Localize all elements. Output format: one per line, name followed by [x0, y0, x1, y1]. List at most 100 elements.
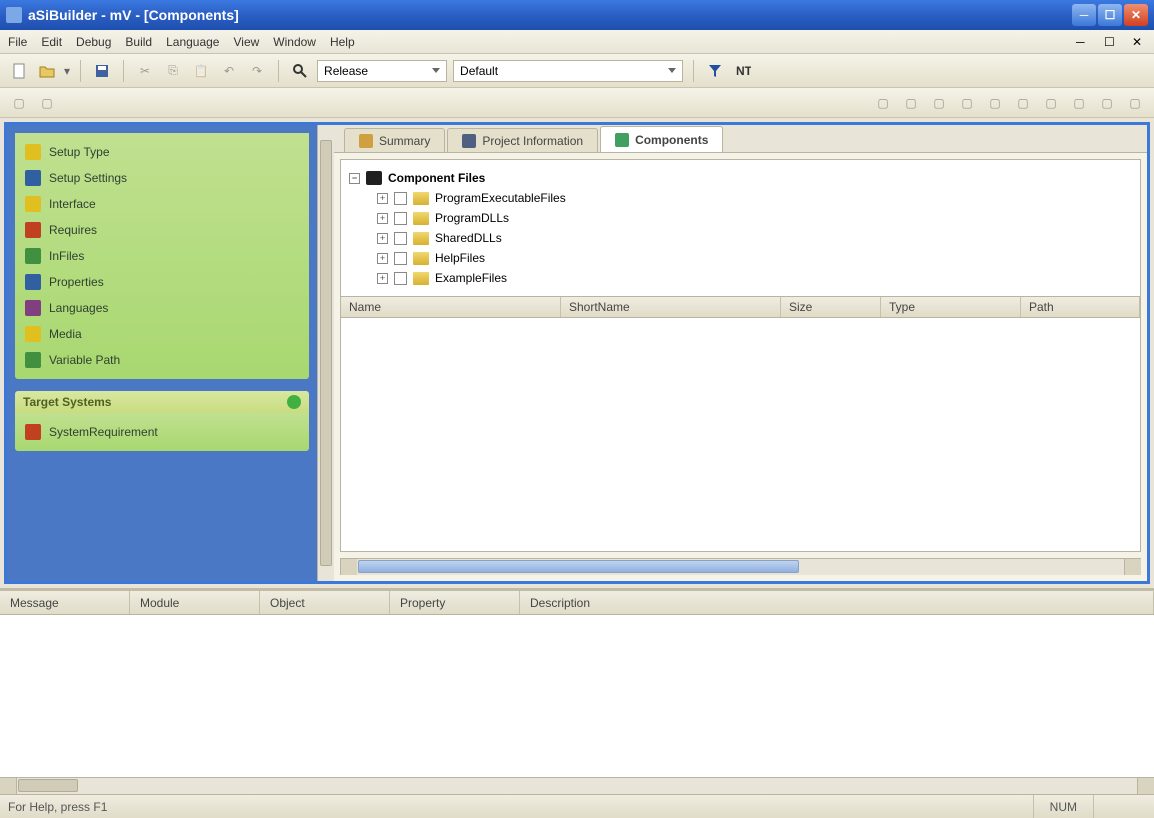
- tree-item[interactable]: +SharedDLLs: [349, 228, 1132, 248]
- save-button[interactable]: [91, 60, 113, 82]
- config-combo[interactable]: Release: [317, 60, 447, 82]
- scroll-left-icon[interactable]: [340, 559, 357, 575]
- content-hscrollbar[interactable]: [340, 558, 1141, 575]
- tb2-btn-10[interactable]: ▢: [1068, 92, 1090, 114]
- col-name[interactable]: Name: [341, 297, 561, 317]
- scroll-thumb[interactable]: [358, 560, 799, 573]
- sidebar-item-setup-type[interactable]: Setup Type: [15, 139, 309, 165]
- checkbox[interactable]: [394, 212, 407, 225]
- col-shortname[interactable]: ShortName: [561, 297, 781, 317]
- menu-debug[interactable]: Debug: [76, 35, 111, 49]
- sidebar-item-system-requirement[interactable]: SystemRequirement: [15, 419, 309, 445]
- sidebar-panel-2-header[interactable]: Target Systems: [15, 391, 309, 413]
- sidebar-item-languages[interactable]: Languages: [15, 295, 309, 321]
- scroll-thumb[interactable]: [18, 779, 78, 792]
- menu-window[interactable]: Window: [273, 35, 316, 49]
- checkbox[interactable]: [394, 272, 407, 285]
- open-button[interactable]: [36, 60, 58, 82]
- search-button[interactable]: [289, 60, 311, 82]
- out-col-property[interactable]: Property: [390, 591, 520, 614]
- sidebar-item-infiles[interactable]: InFiles: [15, 243, 309, 269]
- menu-build[interactable]: Build: [125, 35, 152, 49]
- config-combo-value: Release: [324, 64, 368, 78]
- menu-file[interactable]: File: [8, 35, 27, 49]
- scroll-left-icon[interactable]: [0, 778, 17, 794]
- scroll-right-icon[interactable]: [1137, 778, 1154, 794]
- expand-icon[interactable]: +: [377, 213, 388, 224]
- tb2-btn-12[interactable]: ▢: [1124, 92, 1146, 114]
- tb2-btn-7[interactable]: ▢: [984, 92, 1006, 114]
- expand-icon[interactable]: +: [377, 193, 388, 204]
- tab-project-information[interactable]: Project Information: [447, 128, 598, 152]
- tab-label: Summary: [379, 134, 430, 148]
- checkbox[interactable]: [394, 252, 407, 265]
- tb2-btn-3[interactable]: ▢: [872, 92, 894, 114]
- out-col-description[interactable]: Description: [520, 591, 1154, 614]
- filter-button[interactable]: [704, 60, 726, 82]
- minimize-button[interactable]: ─: [1072, 4, 1096, 26]
- component-root-icon: [366, 171, 382, 185]
- col-type[interactable]: Type: [881, 297, 1021, 317]
- output-hscrollbar[interactable]: [0, 777, 1154, 794]
- sidebar-item-interface[interactable]: Interface: [15, 191, 309, 217]
- menu-edit[interactable]: Edit: [41, 35, 62, 49]
- sidebar-scrollbar[interactable]: [317, 125, 334, 581]
- mdi-restore-icon[interactable]: ☐: [1104, 35, 1118, 49]
- sidebar-item-variable-path[interactable]: Variable Path: [15, 347, 309, 373]
- tb2-btn-5[interactable]: ▢: [928, 92, 950, 114]
- sidebar-item-media[interactable]: Media: [15, 321, 309, 347]
- tb2-btn-11[interactable]: ▢: [1096, 92, 1118, 114]
- new-button[interactable]: [8, 60, 30, 82]
- tb2-btn-8[interactable]: ▢: [1012, 92, 1034, 114]
- output-panel: Message Module Object Property Descripti…: [0, 588, 1154, 794]
- menu-view[interactable]: View: [233, 35, 259, 49]
- undo-button[interactable]: ↶: [218, 60, 240, 82]
- collapse-icon[interactable]: −: [349, 173, 360, 184]
- menu-language[interactable]: Language: [166, 35, 219, 49]
- tb2-btn-4[interactable]: ▢: [900, 92, 922, 114]
- mdi-close-icon[interactable]: ✕: [1132, 35, 1146, 49]
- scroll-right-icon[interactable]: [1124, 559, 1141, 575]
- tb2-btn-6[interactable]: ▢: [956, 92, 978, 114]
- menu-help[interactable]: Help: [330, 35, 355, 49]
- tree-item[interactable]: +ExampleFiles: [349, 268, 1132, 288]
- out-col-object[interactable]: Object: [260, 591, 390, 614]
- checkbox[interactable]: [394, 232, 407, 245]
- paste-button[interactable]: 📋: [190, 60, 212, 82]
- col-size[interactable]: Size: [781, 297, 881, 317]
- platform-combo-value: Default: [460, 64, 498, 78]
- tb2-btn-9[interactable]: ▢: [1040, 92, 1062, 114]
- out-col-module[interactable]: Module: [130, 591, 260, 614]
- expand-icon[interactable]: +: [377, 253, 388, 264]
- content-area: Summary Project Information Components −…: [334, 125, 1147, 581]
- expand-icon[interactable]: +: [377, 233, 388, 244]
- col-path[interactable]: Path: [1021, 297, 1140, 317]
- tb2-btn-2[interactable]: ▢: [36, 92, 58, 114]
- sidebar-item-setup-settings[interactable]: Setup Settings: [15, 165, 309, 191]
- tree-item[interactable]: +ProgramExecutableFiles: [349, 188, 1132, 208]
- mdi-minimize-icon[interactable]: ─: [1076, 35, 1090, 49]
- checkbox[interactable]: [394, 192, 407, 205]
- close-button[interactable]: ✕: [1124, 4, 1148, 26]
- tab-summary[interactable]: Summary: [344, 128, 445, 152]
- sidebar-item-properties[interactable]: Properties: [15, 269, 309, 295]
- sidebar-item-label: Setup Type: [49, 145, 110, 159]
- status-pane-empty: [1093, 795, 1146, 818]
- maximize-button[interactable]: ☐: [1098, 4, 1122, 26]
- tb2-btn-1[interactable]: ▢: [8, 92, 30, 114]
- tree-root[interactable]: − Component Files: [349, 168, 1132, 188]
- out-col-message[interactable]: Message: [0, 591, 130, 614]
- folder-icon: [413, 232, 429, 245]
- platform-combo[interactable]: Default: [453, 60, 683, 82]
- cut-button[interactable]: ✂: [134, 60, 156, 82]
- copy-button[interactable]: ⎘: [162, 60, 184, 82]
- sidebar-item-requires[interactable]: Requires: [15, 217, 309, 243]
- sidebar: Setup Type Setup Settings Interface Requ…: [7, 125, 317, 581]
- build-button[interactable]: NT: [732, 60, 754, 82]
- sidebar-panel-2-title: Target Systems: [23, 395, 111, 409]
- tree-item[interactable]: +HelpFiles: [349, 248, 1132, 268]
- tab-components[interactable]: Components: [600, 126, 723, 152]
- expand-icon[interactable]: +: [377, 273, 388, 284]
- redo-button[interactable]: ↷: [246, 60, 268, 82]
- tree-item[interactable]: +ProgramDLLs: [349, 208, 1132, 228]
